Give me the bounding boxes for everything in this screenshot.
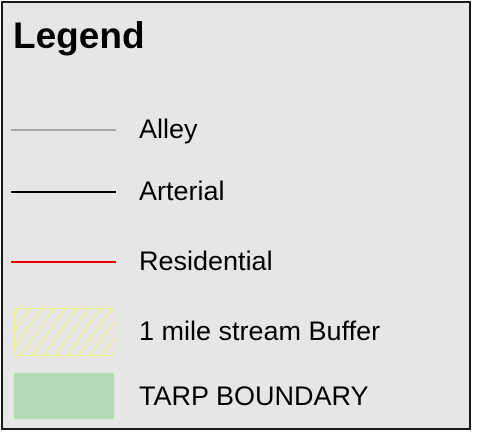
- legend-item-label: TARP BOUNDARY: [139, 381, 369, 411]
- stream-buffer-hatch-swatch: [14, 308, 114, 356]
- legend-item-tarp-boundary: TARP BOUNDARY: [11, 373, 471, 421]
- residential-line-swatch: [11, 261, 116, 263]
- legend-item-arterial: Arterial: [11, 168, 471, 216]
- legend-item-label: Arterial: [139, 176, 225, 206]
- legend-item-stream-buffer: 1 mile stream Buffer: [11, 308, 471, 356]
- legend-item-label: Residential: [139, 246, 273, 276]
- legend-item-label: 1 mile stream Buffer: [139, 316, 381, 346]
- legend-item-label: Alley: [139, 114, 198, 144]
- legend-title: Legend: [13, 15, 145, 56]
- legend-item-alley: Alley: [11, 106, 471, 154]
- legend-item-residential: Residential: [11, 238, 471, 286]
- arterial-line-swatch: [11, 191, 116, 193]
- alley-line-swatch: [11, 129, 116, 131]
- map-legend: Legend Alley Arterial Residential 1 mile…: [1, 1, 471, 430]
- tarp-boundary-fill-swatch: [14, 373, 114, 419]
